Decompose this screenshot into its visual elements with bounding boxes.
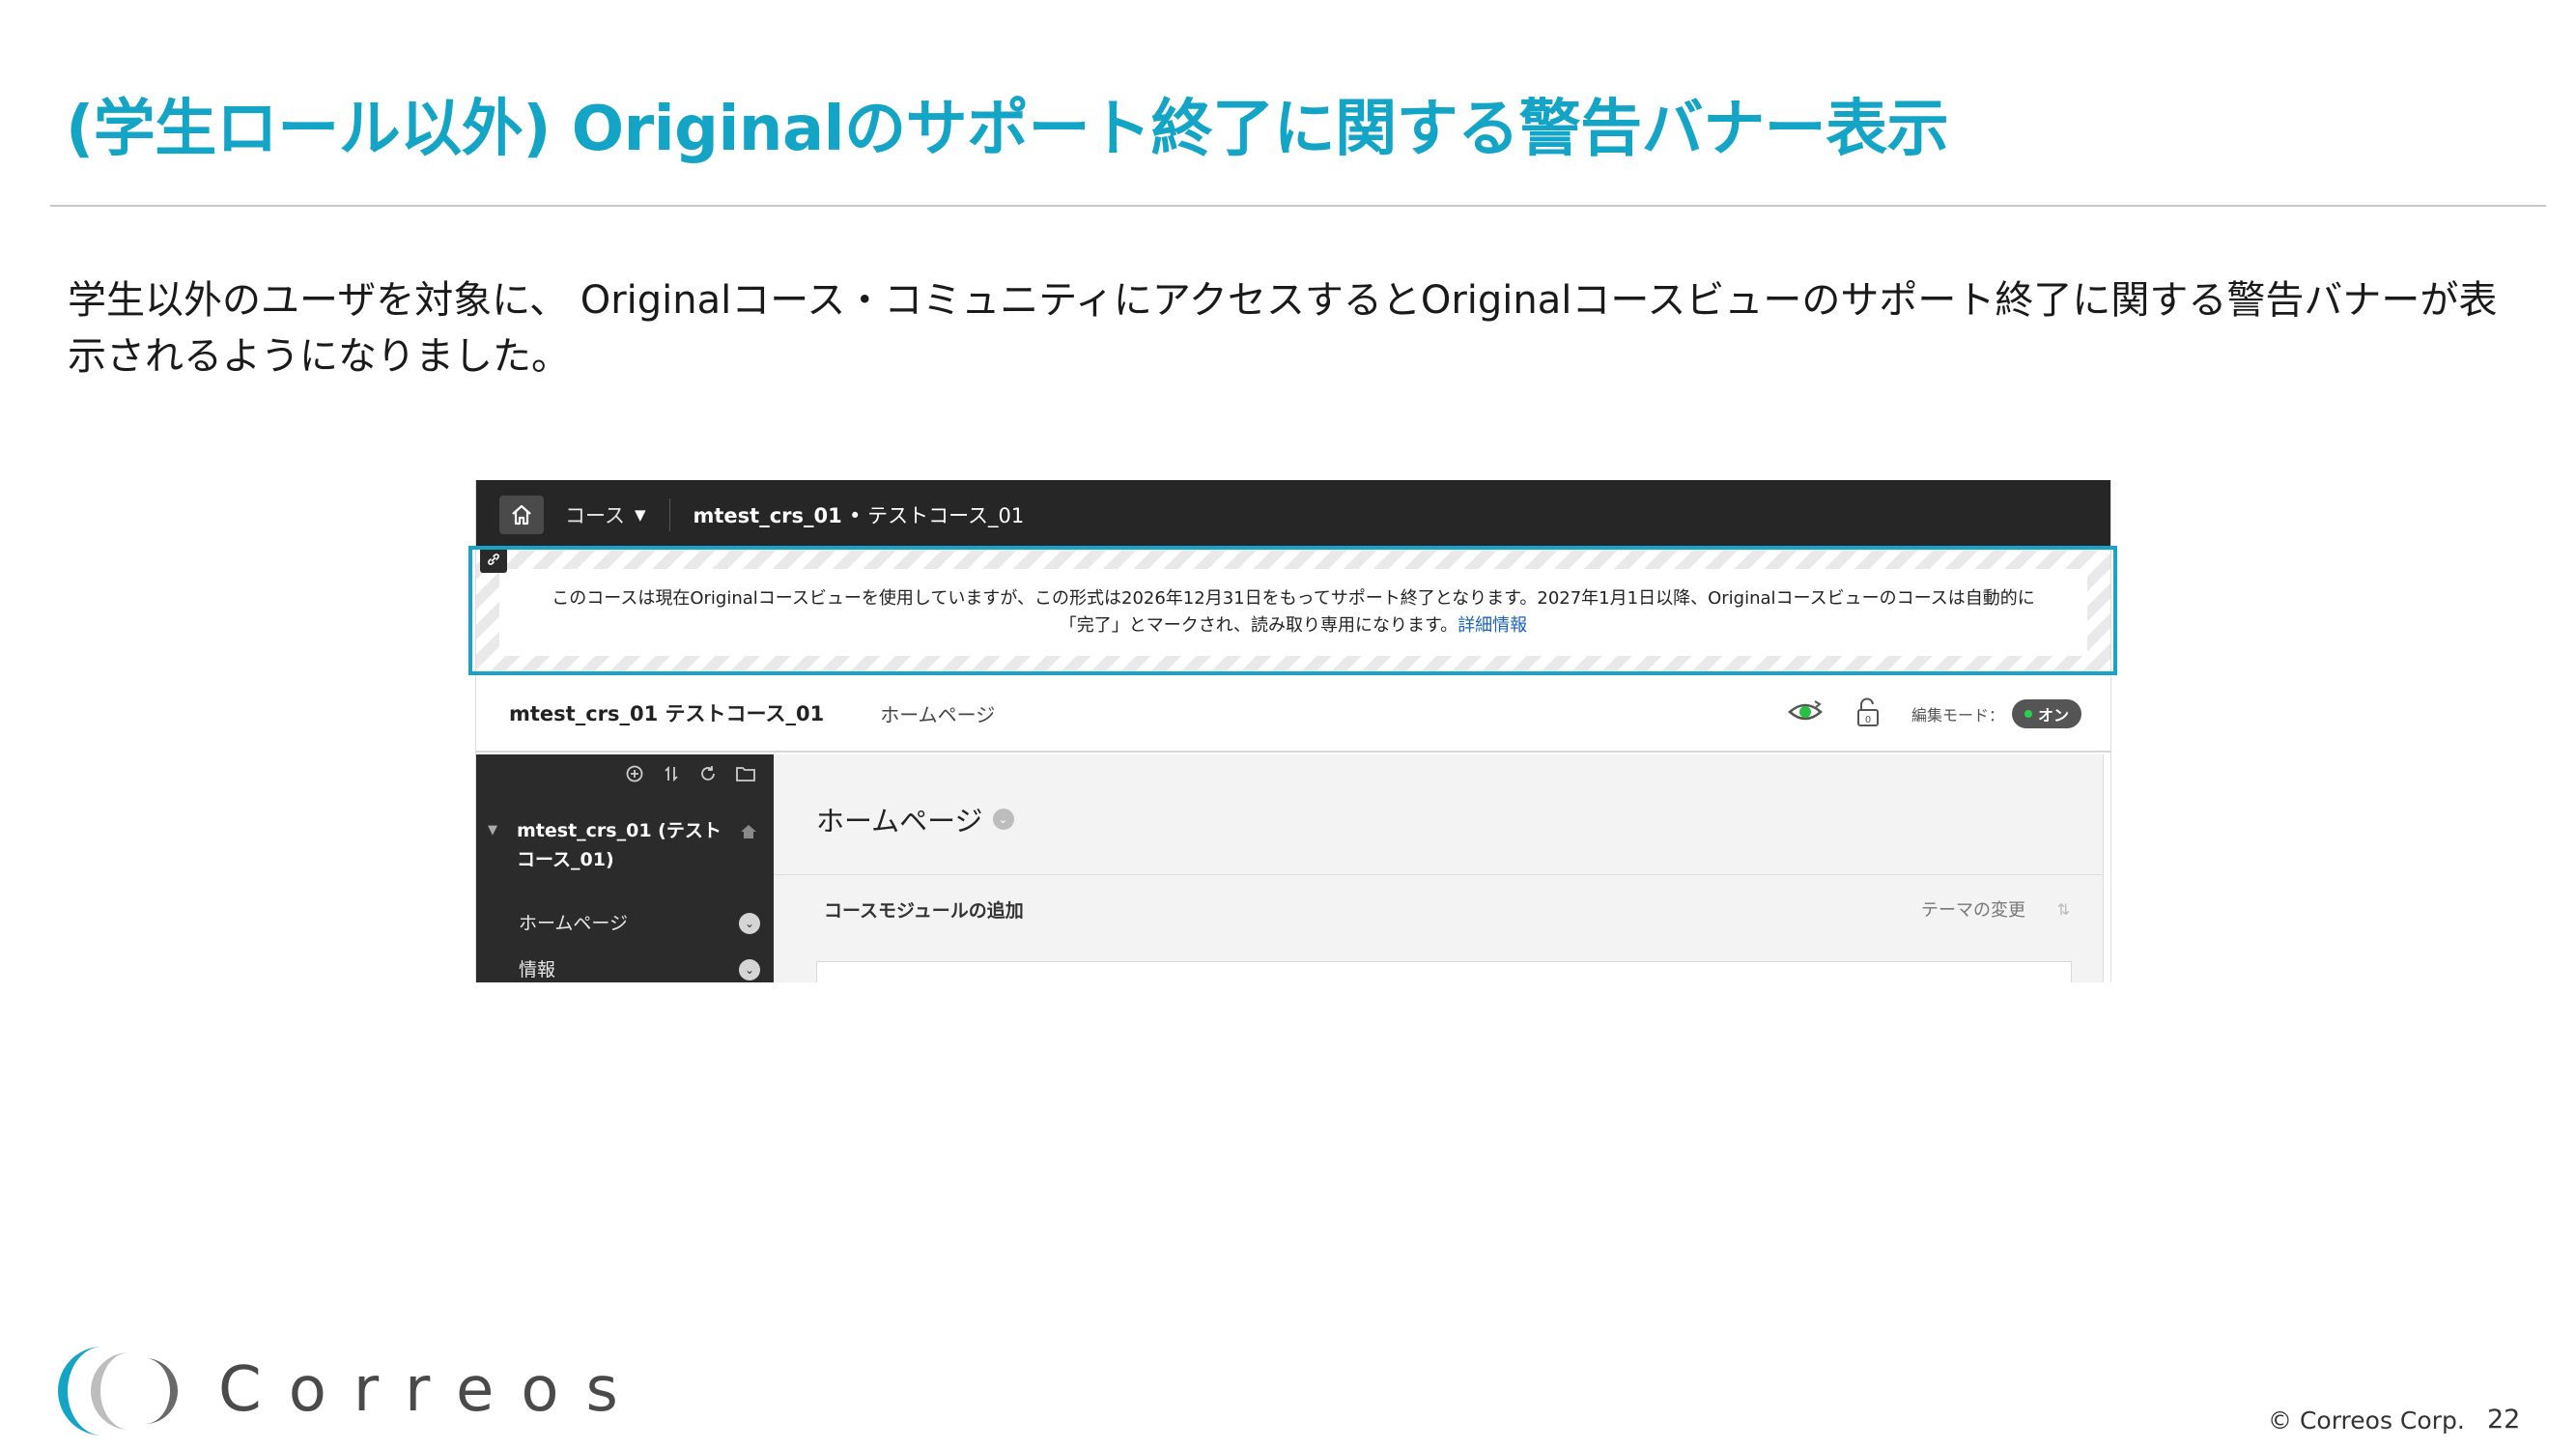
title-divider xyxy=(50,205,2546,207)
home-button[interactable] xyxy=(499,496,544,534)
sidebar-tools xyxy=(625,764,756,783)
course-menu-label: コース xyxy=(565,504,625,527)
current-page-label: ホームページ xyxy=(880,702,996,726)
course-title[interactable]: mtest_crs_01 テストコース_01 xyxy=(509,698,824,727)
reorder-icon[interactable] xyxy=(662,764,681,783)
reorder-icon[interactable]: ⇅ xyxy=(2057,900,2070,919)
course-menu-dropdown[interactable]: コース ▼ xyxy=(565,498,670,531)
module-toolbar: コースモジュールの追加 テーマの変更 ⇅ xyxy=(774,875,2103,943)
add-menu-item-icon[interactable] xyxy=(625,764,644,783)
logo-wordmark: Correos xyxy=(218,1354,645,1426)
chevron-down-icon[interactable]: ⌄ xyxy=(739,913,760,934)
folder-icon[interactable] xyxy=(735,764,756,783)
course-header-actions: 0 編集モード： オン xyxy=(1786,675,2081,753)
caret-down-icon: ▼ xyxy=(634,506,646,524)
lock-count: 0 xyxy=(1865,715,1871,725)
copyright-text: © Correos Corp. xyxy=(2268,1406,2465,1435)
page-number: 22 xyxy=(2487,1405,2521,1435)
banner-highlight-box xyxy=(468,546,2117,675)
correos-logo-icon xyxy=(58,1347,178,1435)
edit-mode-value: オン xyxy=(2037,706,2069,724)
sidebar-item-label: 情報 xyxy=(519,959,556,980)
edit-mode-label: 編集モード： xyxy=(1911,706,2004,724)
main-content-area: ホームページ ⌄ コースモジュールの追加 テーマの変更 ⇅ xyxy=(774,754,2110,982)
course-menu-sidebar: ▼ mtest_crs_01 (テストコース_01) ホームページ ⌄ 情報 ⌄ xyxy=(476,754,774,982)
breadcrumb-course-id: mtest_crs_01 xyxy=(693,504,842,527)
sidebar-item-label: ホームページ xyxy=(519,913,629,934)
unlock-icon[interactable]: 0 xyxy=(1854,696,1882,731)
add-course-module-button[interactable]: コースモジュールの追加 xyxy=(824,896,1024,923)
module-container xyxy=(816,961,2072,982)
course-home-icon xyxy=(741,825,756,838)
breadcrumb: mtest_crs_01 • テストコース_01 xyxy=(694,500,1025,529)
home-icon xyxy=(512,504,531,526)
screenshot-edge xyxy=(2103,754,2110,982)
chevron-down-icon[interactable]: ⌄ xyxy=(739,959,760,980)
slide-title: (学生ロール以外) Originalのサポート終了に関する警告バナー表示 xyxy=(66,94,1949,165)
slide-body-text: 学生以外のユーザを対象に、 Originalコース・コミュニティにアクセスすると… xyxy=(68,278,2498,379)
top-navigation-bar: コース ▼ mtest_crs_01 • テストコース_01 xyxy=(476,480,2110,550)
sidebar-item-home[interactable]: ホームページ ⌄ xyxy=(519,909,760,935)
toggle-on-indicator xyxy=(2024,710,2032,718)
refresh-icon[interactable] xyxy=(698,764,718,783)
student-preview-icon[interactable] xyxy=(1786,697,1825,730)
page-title: ホームページ ⌄ xyxy=(816,799,1014,839)
edit-mode-toggle[interactable]: オン xyxy=(2012,699,2081,728)
page-title-text: ホームページ xyxy=(816,805,983,838)
breadcrumb-course-name: • テストコース_01 xyxy=(849,504,1025,527)
sidebar-course-name[interactable]: ▼ mtest_crs_01 (テストコース_01) xyxy=(488,816,768,874)
chevron-down-icon[interactable]: ⌄ xyxy=(992,809,1014,830)
change-theme-button[interactable]: テーマの変更 xyxy=(1921,896,2025,922)
sidebar-item-info[interactable]: 情報 ⌄ xyxy=(519,955,760,981)
collapse-triangle-icon: ▼ xyxy=(488,823,497,838)
course-header: mtest_crs_01 テストコース_01 ホームページ 0 編集モード： オ… xyxy=(476,675,2110,753)
